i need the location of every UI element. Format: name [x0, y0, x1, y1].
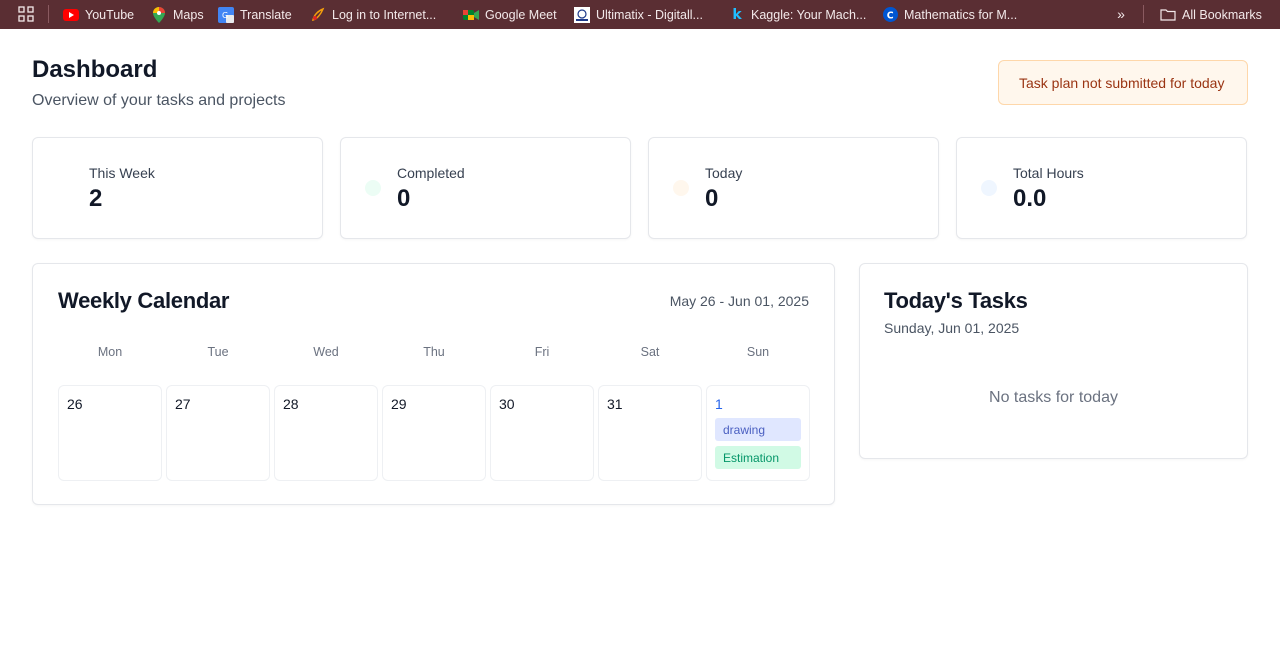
stat-card-total-hours: Total Hours 0.0: [956, 137, 1247, 239]
bookmark-google-meet[interactable]: Google Meet: [463, 0, 557, 29]
all-bookmarks-button[interactable]: All Bookmarks: [1160, 0, 1262, 29]
weekly-calendar-card: Weekly Calendar May 26 - Jun 01, 2025 Mo…: [32, 263, 835, 505]
maps-icon: [151, 6, 167, 23]
internet-login-icon: [310, 7, 326, 23]
day-number: 31: [607, 396, 623, 412]
calendar-day-cell[interactable]: 31: [598, 385, 702, 481]
stat-label: Completed: [397, 165, 465, 181]
stat-card-today: Today 0: [648, 137, 939, 239]
google-meet-icon: [463, 7, 479, 23]
bookmark-label: Kaggle: Your Mach...: [751, 7, 867, 22]
todays-tasks-card: Today's Tasks Sunday, Jun 01, 2025 No ta…: [859, 263, 1248, 459]
calendar-date-range: May 26 - Jun 01, 2025: [669, 293, 809, 309]
bookmark-label: Mathematics for M...: [904, 7, 1018, 22]
stat-card-this-week: This Week 2: [32, 137, 323, 239]
calendar-day-cell[interactable]: 26: [58, 385, 162, 481]
calendar-day-cell[interactable]: 28: [274, 385, 378, 481]
calendar-day-cell[interactable]: 27: [166, 385, 270, 481]
coursera-icon: C: [882, 7, 898, 23]
folder-icon: [1160, 7, 1176, 23]
translate-icon: G: [218, 6, 234, 23]
weekday-header: Thu: [423, 345, 445, 359]
stat-label: Today: [705, 165, 743, 181]
bookmark-internet-login[interactable]: Log in to Internet...: [310, 0, 436, 29]
stat-card-completed: Completed 0: [340, 137, 631, 239]
stat-label: Total Hours: [1013, 165, 1084, 181]
empty-state-message: No tasks for today: [989, 389, 1118, 406]
stat-value: 0.0: [1013, 185, 1047, 212]
weekday-header: Tue: [207, 345, 229, 359]
weekday-header: Sat: [640, 345, 660, 359]
apps-grid-icon[interactable]: [18, 6, 34, 22]
calendar-icon: [57, 180, 73, 196]
bookmarks-divider: [1143, 5, 1144, 23]
stat-value: 0: [397, 185, 411, 212]
day-number: 30: [499, 396, 515, 412]
check-circle-icon: [365, 180, 381, 196]
weekday-header: Wed: [313, 345, 339, 359]
stat-value: 2: [89, 185, 103, 212]
bookmark-label: Google Meet: [485, 7, 557, 22]
todays-date: Sunday, Jun 01, 2025: [884, 320, 1020, 336]
weekday-header: Sun: [746, 345, 770, 359]
bookmark-label: Maps: [173, 7, 204, 22]
calendar-day-cell[interactable]: 29: [382, 385, 486, 481]
calendar-day-cell[interactable]: 30: [490, 385, 594, 481]
youtube-icon: [63, 7, 79, 23]
alert-text: Task plan not submitted for today: [1019, 74, 1225, 91]
hours-icon: [981, 180, 997, 196]
kaggle-icon: k: [732, 6, 742, 23]
page-subtitle: Overview of your tasks and projects: [32, 92, 286, 109]
stat-value: 0: [705, 185, 719, 212]
bookmark-coursera[interactable]: C Mathematics for M...: [882, 0, 1017, 29]
weekday-header: Mon: [97, 345, 123, 359]
svg-text:G: G: [222, 11, 228, 20]
bookmark-label: Translate: [240, 7, 292, 22]
clock-icon: [673, 180, 689, 196]
day-number: 1: [715, 396, 723, 412]
bookmark-translate[interactable]: G Translate: [218, 0, 292, 29]
bookmark-label: Ultimatix - Digitall...: [596, 7, 703, 22]
bookmark-kaggle[interactable]: k Kaggle: Your Mach...: [729, 0, 866, 29]
day-number: 26: [67, 396, 83, 412]
bookmark-youtube[interactable]: YouTube: [63, 0, 134, 29]
bookmarks-divider: [48, 5, 49, 23]
todays-tasks-title: Today's Tasks: [884, 288, 1028, 313]
ultimatix-icon: [574, 6, 590, 23]
day-number: 28: [283, 396, 299, 412]
calendar-title: Weekly Calendar: [58, 288, 230, 313]
task-chip[interactable]: drawing: [715, 418, 801, 441]
calendar-day-cell-today[interactable]: 1 drawing Estimation: [706, 385, 810, 481]
bookmark-label: YouTube: [85, 7, 135, 22]
plan-not-submitted-alert: Task plan not submitted for today: [998, 60, 1248, 105]
page-title: Dashboard: [32, 56, 158, 83]
more-bookmarks-chevron-icon[interactable]: »: [1113, 4, 1129, 24]
svg-text:C: C: [886, 10, 893, 21]
stat-label: This Week: [89, 165, 155, 181]
all-bookmarks-label: All Bookmarks: [1182, 7, 1262, 22]
bookmark-label: Log in to Internet...: [332, 7, 437, 22]
task-chip[interactable]: Estimation: [715, 446, 801, 469]
day-number: 27: [175, 396, 191, 412]
weekday-header: Fri: [534, 345, 550, 359]
day-number: 29: [391, 396, 407, 412]
bookmarks-bar: YouTube Maps G Translate Log in to Inter…: [0, 0, 1280, 29]
bookmark-maps[interactable]: Maps: [151, 0, 204, 29]
bookmark-ultimatix[interactable]: Ultimatix - Digitall...: [574, 0, 703, 29]
